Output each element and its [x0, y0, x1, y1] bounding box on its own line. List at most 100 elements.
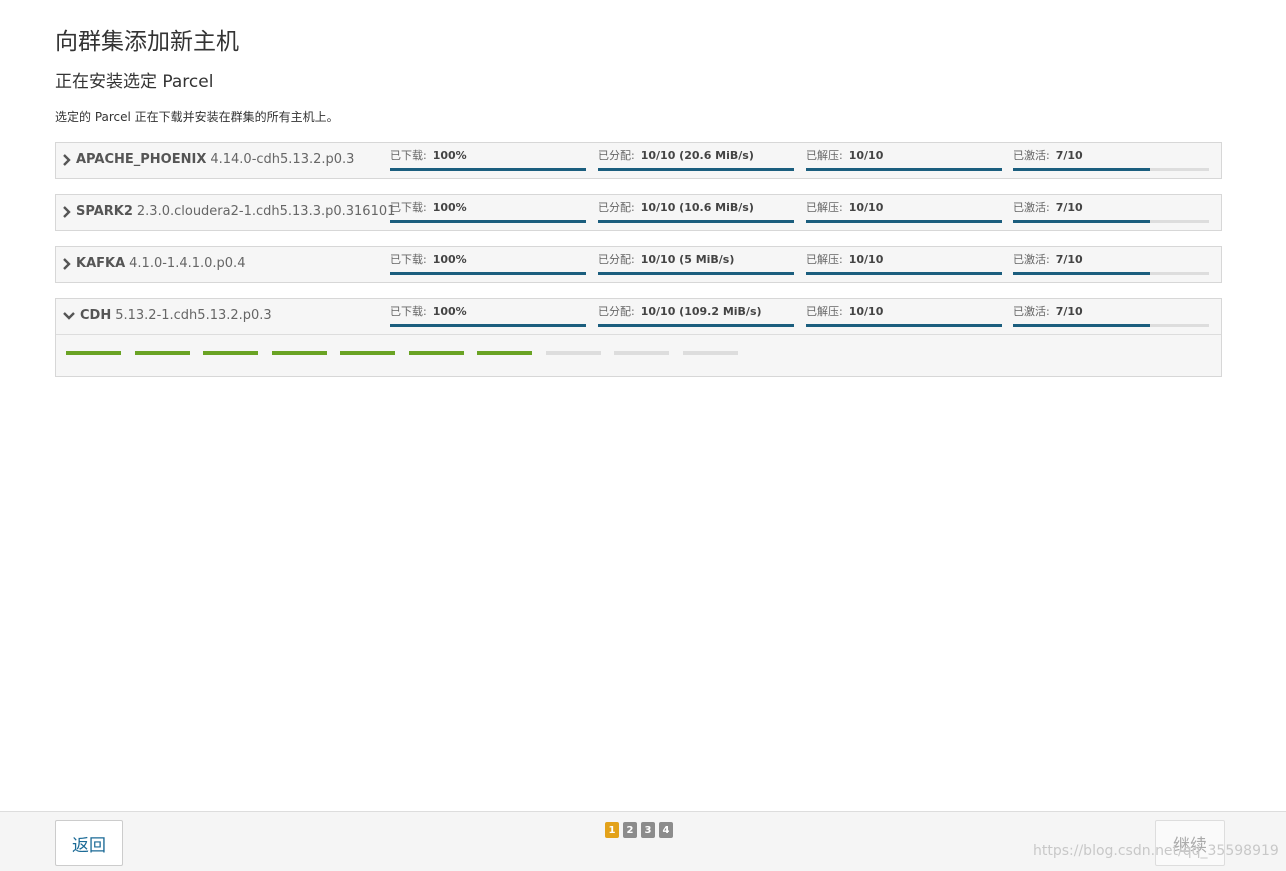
- stage-progress: 已激活: 7/10: [1013, 200, 1209, 223]
- host-segment-done: [134, 351, 190, 355]
- parcel-title[interactable]: CDH 5.13.2-1.cdh5.13.2.p0.3: [62, 308, 272, 323]
- stage-label: 已激活:: [1013, 149, 1050, 162]
- parcel-version: 4.1.0-1.4.1.0.p0.4: [129, 256, 246, 271]
- stage-label: 已激活:: [1013, 253, 1050, 266]
- stage-value: 100%: [432, 253, 467, 266]
- chevron-right-icon[interactable]: [62, 257, 72, 271]
- progress-bar-fill: [390, 168, 586, 171]
- watermark-text: https://blog.csdn.net/qq_35598919: [1033, 843, 1279, 859]
- progress-bar-fill: [806, 168, 1002, 171]
- stage-label: 已分配:: [598, 201, 635, 214]
- host-progress-area: [56, 334, 1221, 376]
- parcel-name: SPARK2: [76, 204, 133, 219]
- wizard-steps: 1234: [605, 822, 673, 838]
- progress-bar-fill: [598, 272, 794, 275]
- host-segment-done: [203, 351, 258, 355]
- stage-label: 已下载:: [390, 149, 427, 162]
- progress-bar: [390, 168, 586, 171]
- progress-bar-fill: [598, 324, 794, 327]
- stage-value: 10/10: [848, 253, 884, 266]
- stage-value: 100%: [432, 201, 467, 214]
- progress-bar-fill: [1013, 272, 1151, 275]
- host-segment-pending: [545, 351, 601, 355]
- description-text: 选定的 Parcel 正在下载并安装在群集的所有主机上。: [55, 110, 339, 124]
- parcel-title[interactable]: APACHE_PHOENIX 4.14.0-cdh5.13.2.p0.3: [62, 152, 354, 167]
- host-segment-pending: [682, 351, 738, 355]
- parcel-name: CDH: [80, 308, 112, 323]
- stage-label: 已分配:: [598, 305, 635, 318]
- progress-bar-fill: [598, 168, 794, 171]
- host-segment-done: [66, 351, 121, 355]
- stage-value: 10/10 (109.2 MiB/s): [640, 305, 762, 318]
- stage-progress: 已下载: 100%: [390, 148, 586, 171]
- progress-bar: [1013, 272, 1209, 275]
- host-segment-done: [477, 351, 532, 355]
- parcel-version: 4.14.0-cdh5.13.2.p0.3: [210, 152, 355, 167]
- stage-progress: 已激活: 7/10: [1013, 148, 1209, 171]
- progress-bar-fill: [598, 220, 794, 223]
- parcel-header[interactable]: KAFKA 4.1.0-1.4.1.0.p0.4 已下载: 100% 已分配: 10/10…: [56, 247, 1221, 282]
- stage-label: 已下载:: [390, 201, 427, 214]
- progress-bar-fill: [1013, 324, 1151, 327]
- host-segment-done: [271, 351, 327, 355]
- parcel-row-apache_phoenix: APACHE_PHOENIX 4.14.0-cdh5.13.2.p0.3 已下载: 1…: [55, 142, 1222, 179]
- stage-progress: 已解压: 10/10: [806, 200, 1002, 223]
- stage-label: 已激活:: [1013, 305, 1050, 318]
- back-button[interactable]: 返回: [55, 820, 123, 866]
- parcel-header[interactable]: SPARK2 2.3.0.cloudera2-1.cdh5.13.3.p0.316…: [56, 195, 1221, 230]
- wizard-step-4[interactable]: 4: [659, 822, 673, 838]
- stage-value: 7/10: [1055, 149, 1083, 162]
- stage-label: 已分配:: [598, 253, 635, 266]
- progress-bar: [806, 272, 1002, 275]
- stage-label: 已解压:: [806, 201, 843, 214]
- stage-value: 10/10 (5 MiB/s): [640, 253, 735, 266]
- chevron-right-icon[interactable]: [62, 153, 72, 167]
- host-segment-pending: [614, 351, 669, 355]
- wizard-step-3[interactable]: 3: [641, 822, 655, 838]
- progress-bar-fill: [390, 220, 586, 223]
- parcel-header[interactable]: CDH 5.13.2-1.cdh5.13.2.p0.3 已下载: 100% 已分配: 10…: [56, 299, 1221, 334]
- stage-label: 已下载:: [390, 253, 427, 266]
- parcel-row-kafka: KAFKA 4.1.0-1.4.1.0.p0.4 已下载: 100% 已分配: 10/10…: [55, 246, 1222, 283]
- progress-bar-fill: [806, 324, 1002, 327]
- parcel-title[interactable]: SPARK2 2.3.0.cloudera2-1.cdh5.13.3.p0.316…: [62, 204, 395, 219]
- progress-bar: [806, 324, 1002, 327]
- stage-label: 已解压:: [806, 149, 843, 162]
- parcel-version: 5.13.2-1.cdh5.13.2.p0.3: [115, 308, 272, 323]
- chevron-right-icon[interactable]: [62, 205, 72, 219]
- stage-value: 10/10 (10.6 MiB/s): [640, 201, 754, 214]
- progress-bar: [1013, 220, 1209, 223]
- stage-progress: 已激活: 7/10: [1013, 252, 1209, 275]
- chevron-down-icon[interactable]: [62, 309, 76, 323]
- stage-value: 10/10 (20.6 MiB/s): [640, 149, 754, 162]
- host-segment-done: [340, 351, 395, 355]
- progress-bar: [806, 220, 1002, 223]
- stage-value: 7/10: [1055, 201, 1083, 214]
- stage-progress: 已分配: 10/10 (20.6 MiB/s): [598, 148, 794, 171]
- stage-label: 已下载:: [390, 305, 427, 318]
- progress-bar: [1013, 168, 1209, 171]
- parcel-name: KAFKA: [76, 256, 126, 271]
- wizard-step-2[interactable]: 2: [623, 822, 637, 838]
- footer-bar: 返回 1234 继续: [0, 811, 1286, 871]
- stage-value: 100%: [432, 305, 467, 318]
- parcel-header[interactable]: APACHE_PHOENIX 4.14.0-cdh5.13.2.p0.3 已下载: 1…: [56, 143, 1221, 178]
- stage-value: 10/10: [848, 305, 884, 318]
- stage-progress: 已解压: 10/10: [806, 252, 1002, 275]
- stage-value: 7/10: [1055, 253, 1083, 266]
- stage-progress: 已解压: 10/10: [806, 148, 1002, 171]
- progress-bar: [598, 168, 794, 171]
- parcel-title[interactable]: KAFKA 4.1.0-1.4.1.0.p0.4: [62, 256, 245, 271]
- stage-label: 已分配:: [598, 149, 635, 162]
- stage-progress: 已分配: 10/10 (5 MiB/s): [598, 252, 794, 275]
- progress-bar-fill: [806, 272, 1002, 275]
- parcel-row-spark2: SPARK2 2.3.0.cloudera2-1.cdh5.13.3.p0.316…: [55, 194, 1222, 231]
- wizard-step-1[interactable]: 1: [605, 822, 619, 838]
- stage-progress: 已下载: 100%: [390, 252, 586, 275]
- stage-value: 10/10: [848, 149, 884, 162]
- parcel-row-cdh: CDH 5.13.2-1.cdh5.13.2.p0.3 已下载: 100% 已分配: 10…: [55, 298, 1222, 377]
- parcel-version: 2.3.0.cloudera2-1.cdh5.13.3.p0.316101: [136, 204, 396, 219]
- progress-bar: [806, 168, 1002, 171]
- stage-progress: 已下载: 100%: [390, 304, 586, 327]
- section-title: 正在安装选定 Parcel: [55, 72, 214, 92]
